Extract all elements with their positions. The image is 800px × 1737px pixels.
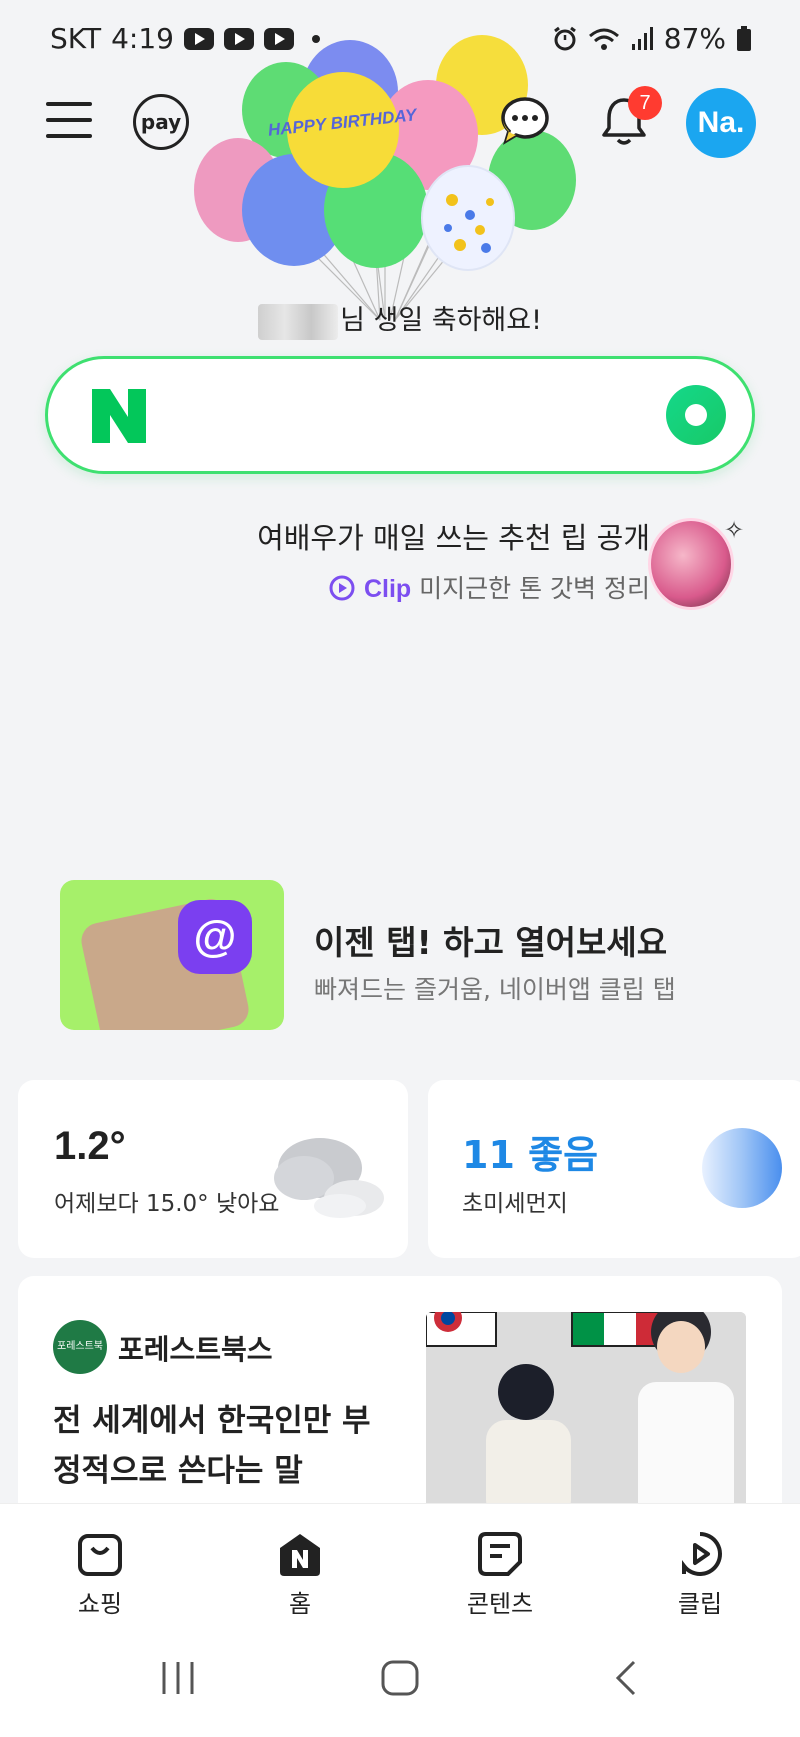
clip-play-icon: [682, 1532, 722, 1576]
cloud-icon: [274, 1138, 384, 1218]
chat-bubble-icon[interactable]: [500, 96, 550, 146]
menu-icon[interactable]: [46, 102, 92, 142]
pay-button[interactable]: pay: [133, 94, 189, 150]
system-navigation-bar: [0, 1624, 800, 1737]
home-n-icon: [280, 1534, 320, 1576]
temperature: 1.2°: [54, 1124, 126, 1168]
clip-tab-banner[interactable]: @ 이젠 탭! 하고 열어보세요 빠져드는 즐거움, 네이버앱 클립 탭: [60, 880, 740, 1030]
dust-value: 11 좋음: [462, 1133, 599, 1177]
nav-home[interactable]: 홈: [240, 1530, 360, 1619]
clip-app-icon: @: [178, 900, 252, 974]
article-title[interactable]: 전 세계에서 한국인만 부정적으로 쓴다는 말: [53, 1396, 373, 1496]
nav-contents[interactable]: 콘텐츠: [440, 1530, 560, 1619]
fine-dust-card[interactable]: 11 좋음 초미세먼지: [428, 1080, 800, 1258]
banner-title: 이젠 탭! 하고 열어보세요: [314, 923, 668, 962]
publisher-logo: 포레스트북스: [53, 1320, 107, 1406]
search-input[interactable]: [168, 389, 592, 441]
signal-icon: [631, 26, 653, 50]
clip-promo[interactable]: 여배우가 매일 쓰는 추천 립 공개 Clip 미지근한 톤 갓벽 정리: [257, 515, 650, 605]
home-icon[interactable]: [380, 1660, 420, 1696]
publisher-name[interactable]: 포레스트북스: [118, 1328, 273, 1368]
promo-title[interactable]: 여배우가 매일 쓰는 추천 립 공개: [257, 515, 650, 557]
promo-creator-avatar[interactable]: [648, 518, 734, 610]
recent-apps-icon[interactable]: [158, 1660, 198, 1696]
battery-icon: [737, 25, 751, 51]
sparkle-icon: ✧: [724, 516, 745, 544]
clip-play-icon: [329, 575, 355, 601]
bottom-navigation: 쇼핑 홈 콘텐츠 클립: [0, 1504, 800, 1624]
naver-n-logo-icon: [92, 389, 146, 443]
nav-clip[interactable]: 클립: [640, 1530, 760, 1619]
contents-icon: [478, 1532, 522, 1576]
notification-count-badge: 7: [628, 86, 662, 120]
nav-shopping-label: 쇼핑: [77, 1590, 123, 1618]
clock: 4:19: [111, 22, 174, 55]
birthday-text: 님 생일 축하해요!: [340, 305, 542, 336]
battery-percent: 87%: [663, 22, 726, 55]
banner-subtitle: 빠져드는 즐거움, 네이버앱 클립 탭: [314, 975, 676, 1004]
top-bar: pay 7 Na.: [0, 86, 800, 168]
nav-contents-label: 콘텐츠: [466, 1590, 534, 1618]
profile-avatar[interactable]: Na.: [686, 88, 756, 158]
search-bar[interactable]: [45, 356, 755, 474]
nav-clip-label: 클립: [677, 1590, 723, 1618]
back-icon[interactable]: [612, 1660, 642, 1696]
shopping-bag-icon: [78, 1534, 122, 1576]
promo-subtitle: 미지근한 톤 갓벽 정리: [419, 574, 650, 603]
dust-label: 초미세먼지: [462, 1191, 568, 1217]
nav-shopping[interactable]: 쇼핑: [40, 1530, 160, 1619]
nav-home-label: 홈: [288, 1590, 312, 1618]
green-dot-search-icon[interactable]: [666, 385, 726, 445]
birthday-message: 님 생일 축하해요!: [0, 298, 800, 340]
carrier-label: SKT: [50, 22, 102, 55]
clip-label: Clip: [363, 575, 412, 603]
temperature-comparison: 어제보다 15.0° 낮아요: [54, 1191, 280, 1217]
blurred-username: [258, 303, 339, 340]
banner-thumbnail: @: [60, 880, 284, 1030]
weather-card[interactable]: 1.2° 어제보다 15.0° 낮아요: [18, 1080, 408, 1258]
dust-level-gauge: [702, 1128, 782, 1208]
